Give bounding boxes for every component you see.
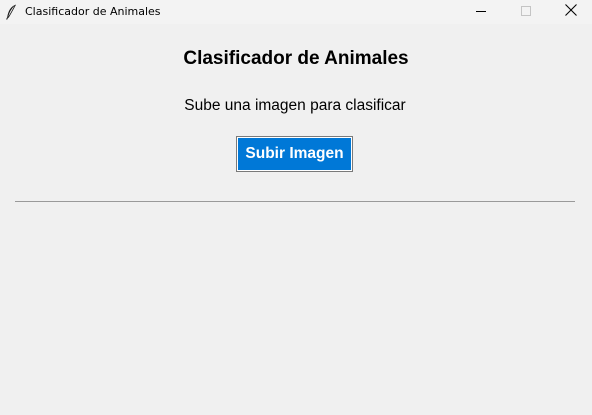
upload-image-button[interactable]: Subir Imagen bbox=[236, 136, 353, 172]
maximize-icon bbox=[521, 3, 531, 21]
minimize-button[interactable] bbox=[458, 0, 504, 24]
close-button[interactable] bbox=[548, 0, 592, 24]
close-icon bbox=[565, 3, 577, 21]
minimize-icon bbox=[476, 3, 486, 21]
page-title: Clasificador de Animales bbox=[183, 48, 409, 69]
main-content: Clasificador de Animales Sube una imagen… bbox=[0, 24, 592, 415]
upload-instructions: Sube una imagen para clasificar bbox=[184, 97, 406, 114]
app-window: Clasificador de Animales Clasificador de… bbox=[0, 0, 592, 415]
separator bbox=[15, 201, 575, 202]
feather-icon bbox=[5, 4, 17, 20]
title-bar[interactable]: Clasificador de Animales bbox=[0, 0, 592, 24]
maximize-button[interactable] bbox=[503, 0, 549, 24]
window-title: Clasificador de Animales bbox=[25, 5, 161, 18]
